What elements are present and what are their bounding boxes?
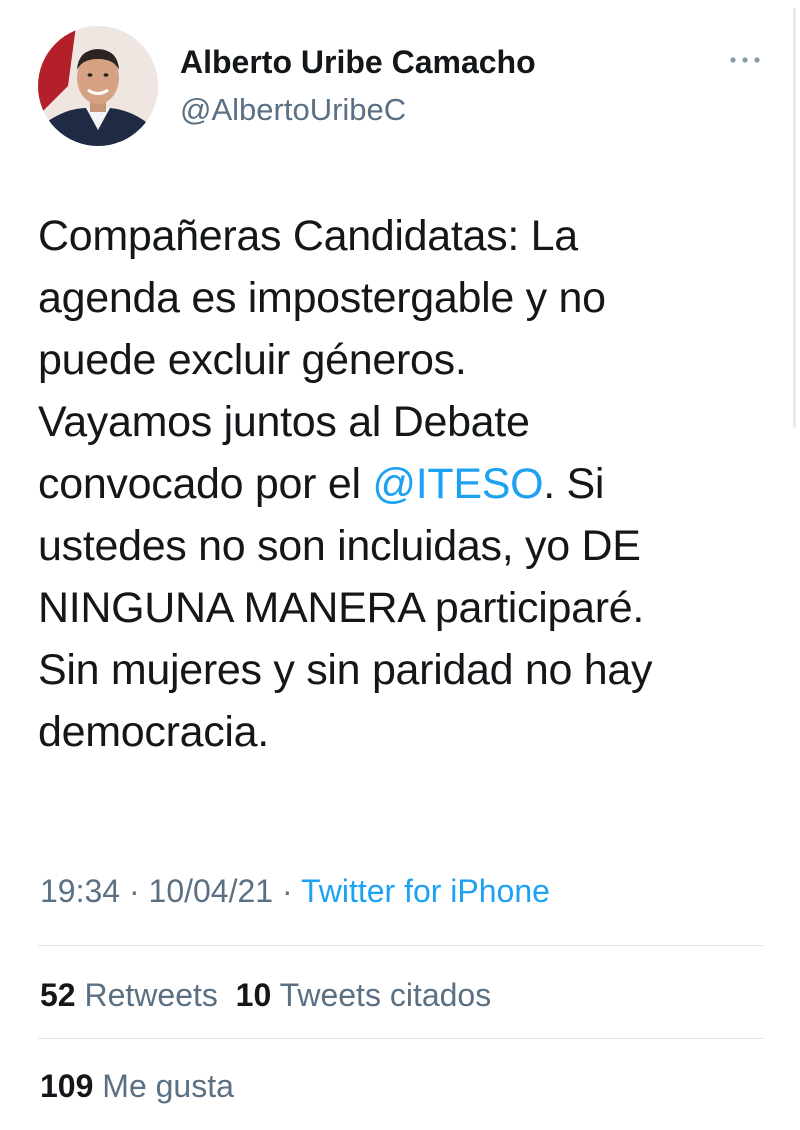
retweets-stat[interactable]: 52 Retweets (40, 977, 218, 1013)
tweet-text-line: ustedes no son incluidas, yo DE (38, 522, 641, 570)
quotes-count: 10 (235, 977, 272, 1013)
tweet-source-link[interactable]: Twitter for iPhone (301, 873, 550, 909)
likes-count: 109 (40, 1068, 94, 1104)
likes-stats-row: 109 Me gusta (40, 1068, 234, 1105)
user-handle[interactable]: @AlbertoUribeC (180, 92, 406, 128)
divider (38, 1038, 763, 1039)
meta-separator: · (273, 873, 301, 909)
tweet-meta: 19:34 · 10/04/21 · Twitter for iPhone (40, 873, 550, 910)
retweets-label: Retweets (84, 977, 218, 1013)
tweet-text-fragment: convocado por el (38, 460, 373, 508)
tweet-text-line: democracia. (38, 708, 269, 756)
avatar[interactable] (38, 26, 158, 146)
more-horizontal-icon[interactable] (726, 48, 764, 72)
display-name[interactable]: Alberto Uribe Camacho (180, 44, 536, 81)
likes-label: Me gusta (102, 1068, 234, 1104)
tweet-text-line: Vayamos juntos al Debate (38, 398, 530, 446)
tweet-text-line: NINGUNA MANERA participaré. (38, 584, 645, 632)
retweets-count: 52 (40, 977, 76, 1013)
tweet-text-line: Sin mujeres y sin paridad no hay (38, 646, 653, 694)
tweet-text-fragment: . Si (543, 460, 605, 508)
mention-link[interactable]: @ITESO (372, 460, 543, 508)
quotes-stat[interactable]: 10 Tweets citados (236, 977, 492, 1013)
tweet-time[interactable]: 19:34 (40, 873, 120, 909)
meta-separator: · (120, 873, 149, 909)
tweet-text-line: agenda es impostergable y no (38, 274, 606, 322)
scrollbar[interactable] (793, 8, 796, 428)
quotes-label: Tweets citados (279, 977, 492, 1013)
avatar-photo (38, 26, 158, 146)
tweet-header: Alberto Uribe Camacho @AlbertoUribeC (38, 26, 778, 151)
tweet-text: Compañeras Candidatas: La agenda es impo… (38, 205, 768, 763)
likes-stat[interactable]: 109 Me gusta (40, 1068, 234, 1104)
tweet-date[interactable]: 10/04/21 (149, 873, 274, 909)
retweet-stats-row: 52 Retweets 10 Tweets citados (40, 977, 491, 1014)
tweet-text-line: convocado por el @ITESO. Si (38, 453, 768, 515)
divider (38, 945, 763, 946)
tweet-text-line: puede excluir géneros. (38, 336, 467, 384)
tweet-text-line: Compañeras Candidatas: La (38, 212, 578, 260)
